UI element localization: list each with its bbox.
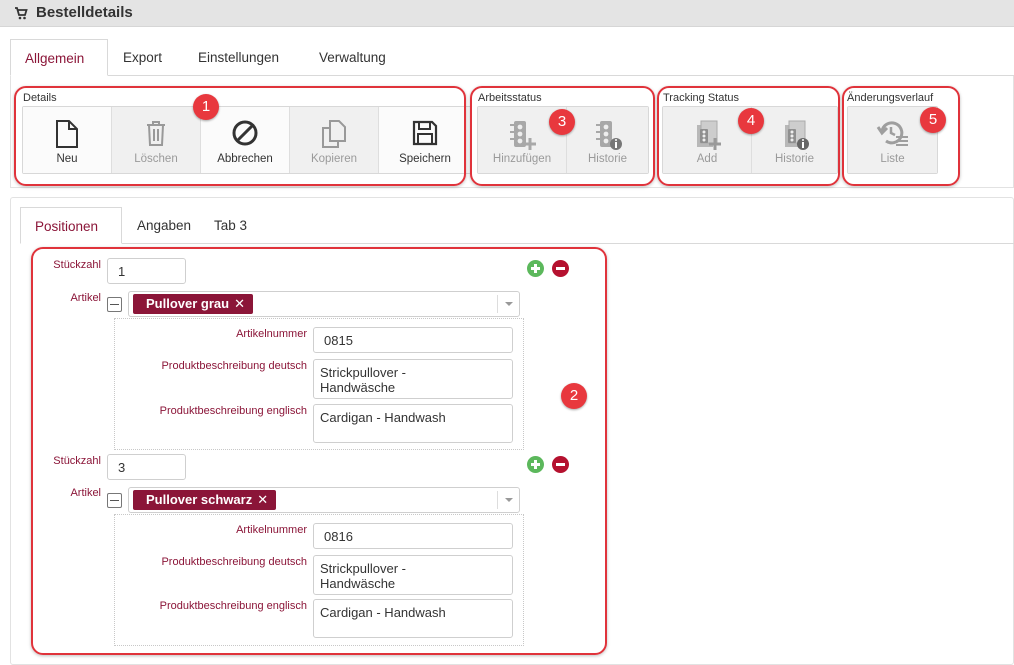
annotation-badge-3: 3: [549, 109, 575, 135]
tab-positionen[interactable]: Positionen: [20, 207, 122, 244]
tracking-add-button-label: Add: [696, 153, 718, 165]
status-history-button[interactable]: Historie: [567, 107, 648, 173]
tab-einstellungen[interactable]: Einstellungen: [184, 39, 293, 76]
remove-tag-icon[interactable]: ✕: [234, 296, 245, 311]
collapse-toggle-icon[interactable]: [107, 493, 122, 508]
desc-de-field[interactable]: Strickpullover - Handwäsche: [313, 555, 513, 595]
annotation-badge-4: 4: [738, 108, 764, 134]
group-label-tracking: Tracking Status: [663, 92, 740, 104]
main-tabbar: Allgemein Export Einstellungen Verwaltun…: [10, 39, 1014, 76]
chevron-down-icon[interactable]: [497, 491, 519, 509]
collapse-toggle-icon[interactable]: [107, 297, 122, 312]
tracking-info-icon: [784, 120, 809, 150]
desc-de-field[interactable]: Strickpullover - Handwäsche: [313, 359, 513, 399]
annotation-badge-1: 1: [193, 94, 219, 120]
remove-position-icon[interactable]: [552, 260, 569, 277]
desc-en-field[interactable]: Cardigan - Handwash: [313, 599, 513, 638]
status-add-button-label: Hinzufügen: [492, 153, 552, 165]
delete-button-label: Löschen: [134, 153, 178, 165]
group-label-details: Details: [23, 92, 57, 104]
copy-button-label: Kopieren: [310, 153, 358, 165]
article-number-field[interactable]: 0815: [313, 327, 513, 353]
quantity-input[interactable]: 3: [107, 454, 186, 480]
copy-button[interactable]: Kopieren: [290, 107, 379, 173]
desc-de-label: Produktbeschreibung deutsch: [161, 556, 307, 568]
article-tag-label: Pullover schwarz: [146, 492, 253, 507]
add-position-icon[interactable]: [527, 456, 544, 473]
article-number-label: Artikelnummer: [236, 524, 307, 536]
annotation-badge-5: 5: [920, 107, 946, 133]
changelog-list-button-label: Liste: [880, 153, 905, 165]
tracking-add-icon: [697, 120, 721, 150]
cart-icon: [15, 7, 28, 20]
tab-verwaltung[interactable]: Verwaltung: [305, 39, 400, 76]
delete-button[interactable]: Löschen: [112, 107, 201, 173]
tab-allgemein[interactable]: Allgemein: [10, 39, 108, 76]
tracking-history-button[interactable]: Historie: [752, 107, 837, 173]
group-label-changelog: Änderungsverlauf: [847, 92, 934, 104]
group-label-arbeitsstatus: Arbeitsstatus: [478, 92, 542, 104]
desc-en-label: Produktbeschreibung englisch: [159, 600, 307, 612]
tab-tab3[interactable]: Tab 3: [200, 207, 261, 244]
history-list-icon: [876, 121, 908, 146]
cancel-button-label: Abbrechen: [217, 153, 273, 165]
remove-tag-icon[interactable]: ✕: [257, 492, 268, 507]
details-buttonbar: Neu Löschen Abbrechen Kopieren Speichern: [22, 106, 472, 174]
file-icon: [56, 120, 78, 148]
article-tag: Pullover grau ✕: [133, 294, 253, 314]
chevron-down-icon[interactable]: [497, 295, 519, 313]
article-tag: Pullover schwarz ✕: [133, 490, 277, 510]
status-history-button-label: Historie: [588, 153, 627, 165]
trash-icon: [147, 121, 165, 146]
new-button-label: Neu: [56, 153, 78, 165]
article-number-label: Artikelnummer: [236, 328, 307, 340]
annotation-badge-2: 2: [561, 383, 587, 409]
copy-icon: [322, 120, 346, 148]
tab-export[interactable]: Export: [109, 39, 176, 76]
desc-en-label: Produktbeschreibung englisch: [159, 405, 307, 417]
article-label: Artikel: [70, 292, 101, 304]
article-select[interactable]: Pullover schwarz ✕: [128, 487, 520, 513]
desc-en-field[interactable]: Cardigan - Handwash: [313, 404, 513, 443]
add-position-icon[interactable]: [527, 260, 544, 277]
save-button[interactable]: Speichern: [379, 107, 471, 173]
article-select[interactable]: Pullover grau ✕: [128, 291, 520, 317]
traffic-light-add-icon: [510, 121, 536, 150]
article-number-field[interactable]: 0816: [313, 523, 513, 549]
save-button-label: Speichern: [399, 153, 451, 165]
tracking-history-button-label: Historie: [775, 153, 814, 165]
traffic-light-info-icon: [595, 121, 622, 150]
quantity-input[interactable]: 1: [107, 258, 186, 284]
cancel-icon: [232, 120, 258, 146]
quantity-label: Stückzahl: [53, 259, 101, 271]
window-title: Bestelldetails: [36, 4, 133, 21]
save-icon: [412, 120, 438, 146]
window-titlebar: Bestelldetails: [0, 0, 1014, 27]
article-label: Artikel: [70, 487, 101, 499]
tab-angaben[interactable]: Angaben: [123, 207, 205, 244]
quantity-label: Stückzahl: [53, 455, 101, 467]
article-tag-label: Pullover grau: [146, 296, 230, 311]
new-button[interactable]: Neu: [23, 107, 112, 173]
desc-de-label: Produktbeschreibung deutsch: [161, 360, 307, 372]
remove-position-icon[interactable]: [552, 456, 569, 473]
sub-tabbar: Positionen Angaben Tab 3: [20, 207, 1014, 244]
